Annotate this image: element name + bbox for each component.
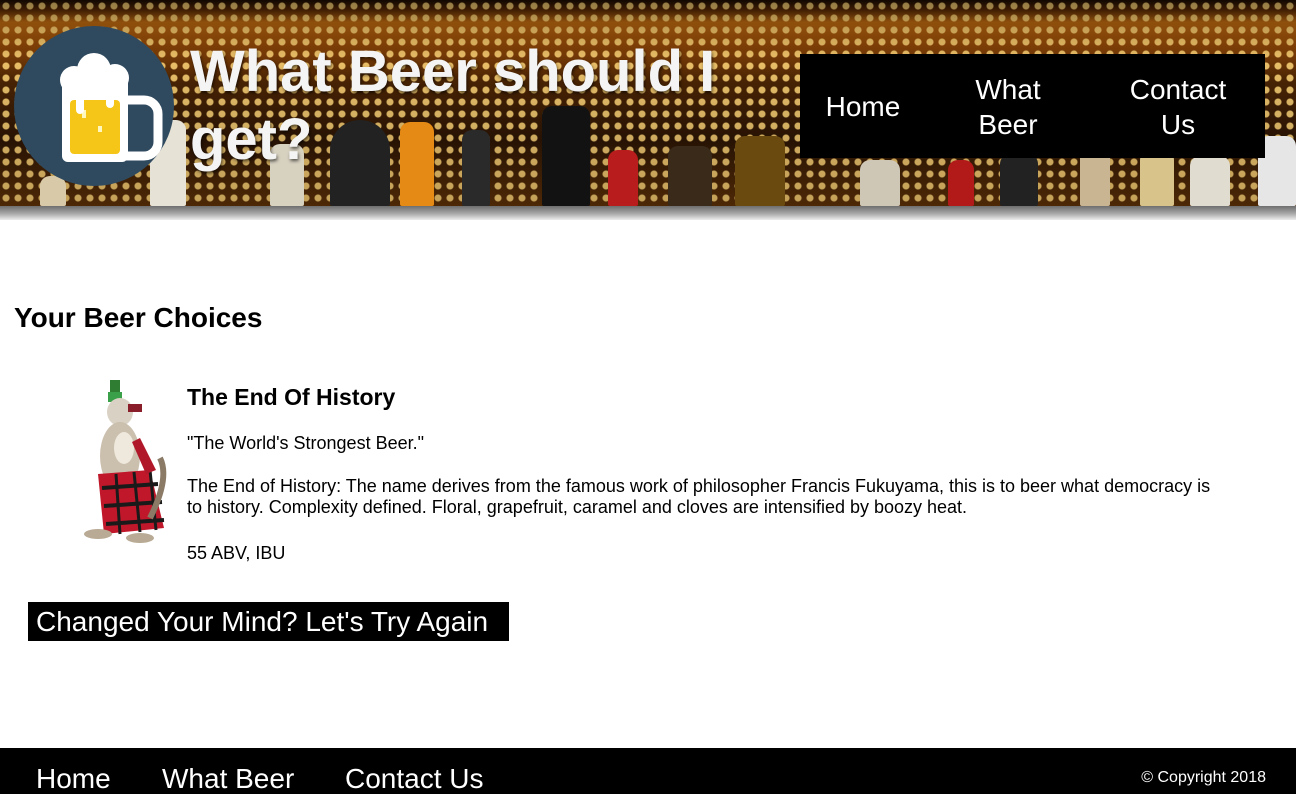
section-heading: Your Beer Choices [14, 302, 263, 333]
footer-home-link[interactable]: Home [36, 762, 111, 794]
try-again-button[interactable]: Changed Your Mind? Let's Try Again [28, 602, 509, 641]
nav-what-beer-link[interactable]: What Beer [960, 72, 1056, 142]
site-header: What Beer should I get? Home What Beer C… [0, 0, 1296, 222]
beer-mug-icon[interactable] [14, 26, 174, 186]
beer-label-image [80, 378, 172, 544]
beer-details: The End Of History "The World's Stronges… [187, 382, 1227, 563]
beer-name: The End Of History [187, 384, 396, 410]
beer-tagline: "The World's Strongest Beer." [187, 433, 424, 453]
header-shadow [0, 206, 1296, 220]
nav-home-link[interactable]: Home [818, 89, 908, 124]
site-footer: Home What Beer Contact Us © Copyright 20… [0, 748, 1296, 794]
nav-contact-us-link[interactable]: Contact Us [1116, 72, 1240, 142]
footer-contact-us-link[interactable]: Contact Us [345, 762, 484, 794]
site-title: What Beer should I get? [190, 39, 716, 172]
copyright-text: © Copyright 2018 [1141, 769, 1266, 786]
beer-description: The End of History: The name derives fro… [187, 476, 1211, 517]
top-navigation: Home What Beer Contact Us [800, 54, 1265, 158]
beer-stats: 55 ABV, IBU [187, 543, 286, 563]
footer-what-beer-link[interactable]: What Beer [162, 762, 294, 794]
